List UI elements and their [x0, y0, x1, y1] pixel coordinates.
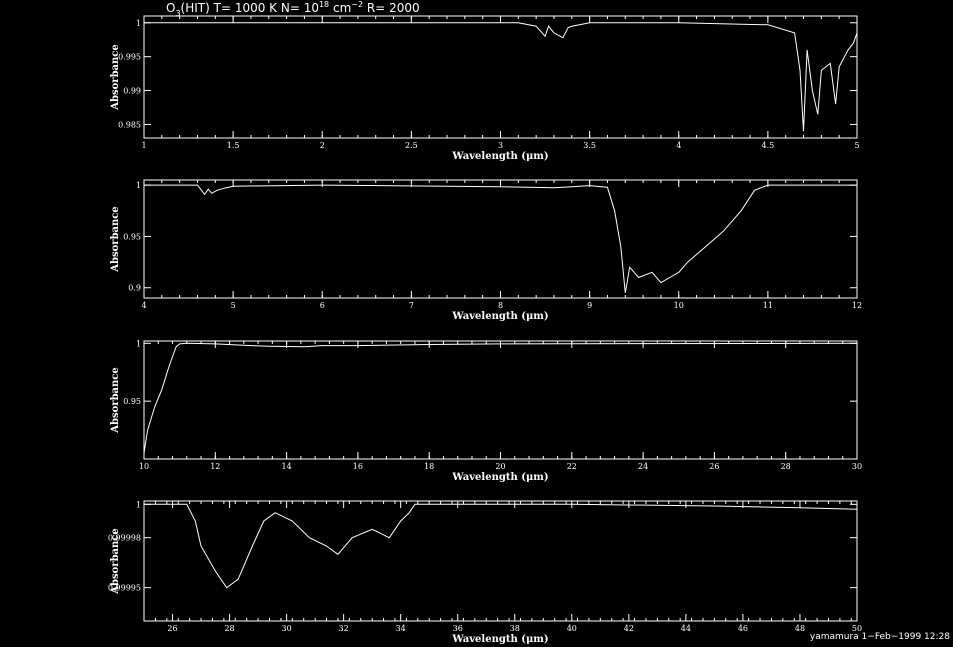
y-tick-label: 0.99 [123, 87, 141, 96]
x-tick-label: 5 [854, 141, 859, 150]
x-tick-label: 9 [587, 301, 592, 310]
absorbance-series [143, 342, 858, 454]
x-tick-label: 18 [424, 462, 434, 471]
x-tick-label: 3 [498, 141, 503, 150]
y-tick-label: 1 [136, 19, 141, 28]
x-tick-label: 11 [763, 301, 773, 310]
y-tick-label: 1 [136, 339, 141, 348]
y-axis-label: Absorbance [110, 528, 121, 595]
x-tick-label: 34 [396, 624, 406, 633]
y-tick-label: 1 [136, 500, 141, 509]
absorbance-series [144, 22, 858, 132]
x-tick-label: 38 [510, 624, 520, 633]
x-tick-label: 16 [353, 462, 363, 471]
panel-2: 4 5 6 7 8 9 10 11 12 0.9 0.95 1 Wavelength (μm) Absor… [110, 179, 862, 322]
y-axis-label: Absorbance [110, 367, 121, 434]
y-tick-label: 0.985 [118, 120, 141, 129]
x-tick-label: 12 [210, 462, 220, 471]
x-axis-label: Wavelength (μm) [451, 151, 548, 162]
x-tick-label: 7 [409, 301, 414, 310]
plot-frame [143, 500, 858, 622]
x-tick-label: 2.5 [405, 141, 418, 150]
x-tick-label: 22 [567, 462, 577, 471]
x-tick-label: 10 [139, 462, 149, 471]
x-axis-label: Wavelength (μm) [451, 311, 548, 322]
x-tick-label: 10 [674, 301, 684, 310]
x-tick-label: 2 [320, 141, 325, 150]
x-tick-label: 1.5 [227, 141, 240, 150]
y-tick-label: 1 [136, 181, 141, 190]
x-tick-label: 3.5 [583, 141, 596, 150]
plot-frame [143, 15, 858, 139]
chart-title: O3(HIT) T= 1000 K N= 1018 cm−2 R= 2000 [166, 0, 420, 18]
x-tick-label: 5 [231, 301, 236, 310]
x-tick-label: 48 [795, 624, 805, 633]
x-tick-label: 1 [141, 141, 146, 150]
x-tick-label: 4 [676, 141, 681, 150]
y-tick-label: 0.9 [128, 284, 141, 293]
x-tick-label: 12 [852, 301, 862, 310]
x-tick-label: 42 [624, 624, 634, 633]
x-tick-label: 46 [738, 624, 748, 633]
x-tick-label: 20 [495, 462, 505, 471]
x-tick-label: 26 [167, 624, 177, 633]
footer-stamp: yamamura 1−Feb−1999 12:28 [810, 632, 950, 642]
plot-frame [143, 340, 858, 460]
x-tick-label: 30 [852, 462, 862, 471]
x-tick-label: 8 [498, 301, 503, 310]
y-tick-label: 0.995 [118, 53, 141, 62]
plot-canvas: O3(HIT) T= 1000 K N= 1018 cm−2 R= 2000 1… [108, 0, 950, 645]
x-tick-label: 4 [141, 301, 146, 310]
x-tick-label: 32 [339, 624, 349, 633]
x-tick-label: 24 [638, 462, 648, 471]
x-tick-label: 26 [709, 462, 719, 471]
x-tick-label: 28 [781, 462, 791, 471]
y-axis-label: Absorbance [110, 44, 121, 111]
x-tick-label: 14 [282, 462, 292, 471]
absorbance-series [144, 503, 858, 589]
y-tick-label: 0.95 [123, 397, 141, 406]
x-tick-label: 44 [681, 624, 691, 633]
x-tick-label: 30 [282, 624, 292, 633]
y-axis-label: Absorbance [110, 206, 121, 273]
absorbance-series [144, 184, 857, 293]
x-tick-label: 40 [567, 624, 577, 633]
y-tick-label: 0.95 [123, 232, 141, 241]
x-axis-label: Wavelength (μm) [451, 634, 548, 645]
x-tick-label: 28 [224, 624, 234, 633]
x-axis-label: Wavelength (μm) [451, 472, 548, 483]
panel-1: 1 1.5 2 2.5 3 3.5 4 4.5 5 0.985 0.99 0.995 1 Waveleng… [110, 15, 860, 162]
x-tick-label: 4.5 [762, 141, 775, 150]
panel-3: 10 12 14 16 18 20 22 24 26 28 30 0.95 1 Wavelength (μ… [110, 339, 862, 483]
x-tick-label: 6 [320, 301, 325, 310]
panel-4: 26 28 30 32 34 36 38 40 42 44 46 48 500.999950.99998… [108, 500, 862, 645]
x-tick-label: 36 [453, 624, 463, 633]
